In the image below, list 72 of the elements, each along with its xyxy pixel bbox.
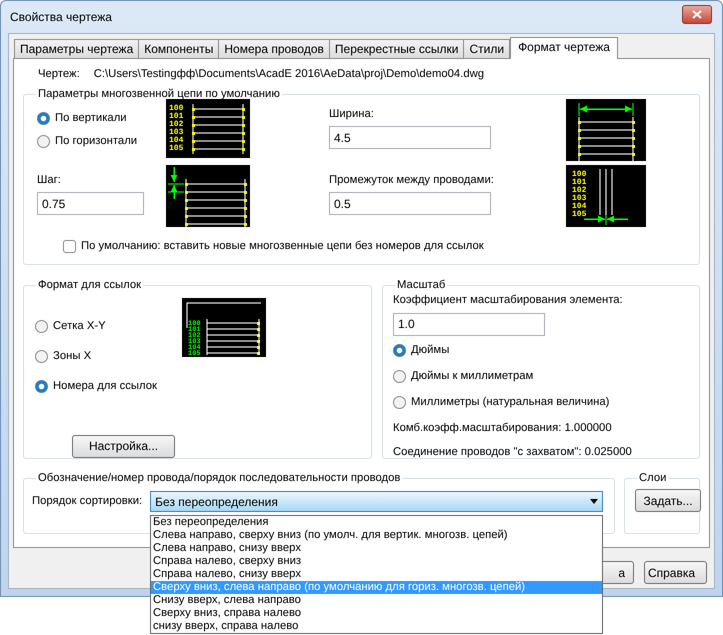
dropdown-option[interactable]: Слева направо, снизу вверх [151,542,602,555]
wire-number: 100 [572,170,586,179]
width-arrow-drawing [578,102,635,161]
dropdown-option[interactable]: Сверху вниз, справа налево [151,607,602,620]
field-label: Коэффициент масштабирования элемента: [393,293,624,308]
dialog-button[interactable]: Справка [644,561,707,584]
group-title: Обозначение/номер провода/порядок последовательности проводов [37,471,402,485]
tab[interactable]: Перекрестные ссылки [328,39,464,58]
dropdown-option[interactable]: Без переопределения [151,516,602,529]
checkbox-label: По умолчанию: вставить новые многозвенные цепи без номеров для ссылок [81,238,484,254]
caret-icon [590,499,598,504]
radio-button[interactable] [37,112,50,126]
field-label: Чертеж: [38,66,80,82]
group-title: Масштаб [396,278,446,292]
sort-dropdown[interactable]: Без переопределения [150,491,604,512]
input-field[interactable]: 1.0 [393,312,545,336]
radio-button[interactable] [393,344,406,357]
radio-button[interactable] [393,370,406,383]
radio-button[interactable] [35,350,48,363]
wire-number: 104 [572,202,586,211]
close-button[interactable] [682,4,712,24]
radio-button[interactable] [37,134,50,148]
wire-number: 101 [572,178,586,187]
input-field[interactable]: 0.75 [37,192,144,215]
window-title: Свойства чертежа [10,9,112,26]
field-label: Шаг: [37,173,62,188]
scale-info: Комб.коэфф.масштабирования: 1.000000 [393,420,612,436]
wire-number: 104 [169,136,184,145]
radio-button[interactable] [35,320,48,333]
dropdown-option[interactable]: снизу вверх, справа налево [151,620,602,633]
field-label: Порядок сортировки: [32,494,142,510]
field-label: Ширина: [329,107,375,122]
scale-info: Соединение проводов "с захватом": 0.025000 [393,444,632,460]
wire-number: 100 [169,104,184,113]
dropdown-option[interactable]: Справа налево, снизу вверх [151,568,602,581]
file-path: C:\Users\Testingфф\Documents\AcadE 2016\AeData\proj\Demo\demo04.dwg [94,66,484,82]
input-field[interactable]: 4.5 [329,126,491,149]
radio-label: Миллиметры (натуральная величина) [411,394,610,410]
wire-number: 105 [572,210,586,219]
radio-label: Дюймы [411,342,450,358]
group-title: Формат для ссылок [37,278,142,292]
radio-button[interactable] [35,380,48,393]
wire-number: 102 [572,186,586,195]
close-icon [692,10,702,18]
radio-label: Зоны X [53,348,92,364]
set-button[interactable]: Задать... [635,489,701,512]
radio-label: По горизонтали [55,134,138,149]
dropdown-option[interactable]: Справа налево, сверху вниз [151,555,602,568]
tab[interactable]: Компоненты [138,39,220,58]
tab[interactable]: Номера проводов [218,39,330,58]
rungs-drawing [192,104,245,154]
group-title: Слои [638,471,668,485]
radio-button[interactable] [393,396,406,409]
field-label: Промежуток между проводами: [329,173,491,188]
radio-label: Сетка X-Y [53,319,106,334]
tab[interactable]: Стили [463,39,510,58]
radio-label: Номера для ссылок [53,378,157,394]
input-field[interactable]: 0.5 [329,192,491,215]
tab[interactable]: Формат чертежа [510,37,618,59]
wire-number: 103 [169,128,184,137]
settings-button[interactable]: Настройка... [72,434,175,458]
group-title: Параметры многозвенной цепи по умолчанию [37,87,281,101]
checkbox[interactable] [63,240,76,252]
wire-number: 103 [572,194,586,203]
tab[interactable]: Параметры чертежа [14,39,140,58]
wire-number: 101 [169,112,184,121]
wire-number: 102 [169,120,184,129]
radio-label: Дюймы к миллиметрам [411,368,534,384]
dropdown-option[interactable]: Слева направо, сверху вниз (по умолч. для вертик. многозв. цепей) [151,529,602,542]
wire-number: 105 [169,144,184,153]
radio-label: По вертикали [55,111,127,126]
dropdown-option[interactable]: Снизу вверх, слева направо [151,594,602,607]
